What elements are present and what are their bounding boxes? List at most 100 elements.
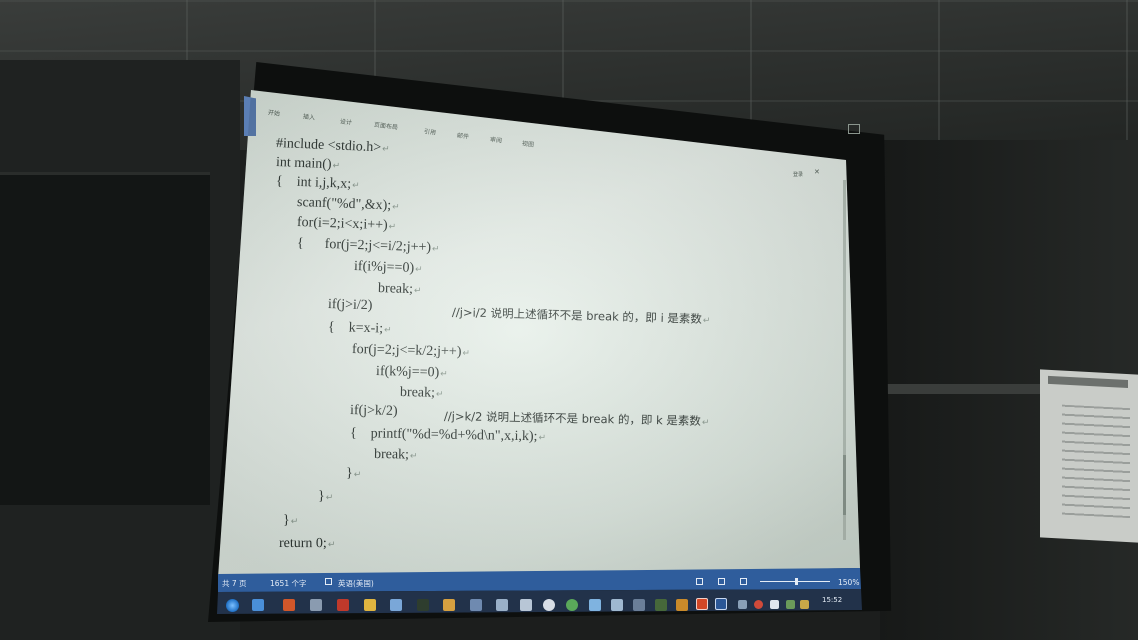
ribbon-collapse-icon[interactable] (848, 124, 860, 134)
paragraph-mark: ↵ (462, 347, 471, 358)
app-icon[interactable] (520, 599, 532, 611)
code-line: if(j>i/2) (328, 297, 373, 314)
code-text: } (345, 466, 353, 482)
app-icon[interactable] (676, 599, 688, 611)
code-text: break; (373, 447, 410, 463)
code-text: for(i=2;i<x;i++) (296, 215, 388, 234)
app-icon[interactable] (470, 599, 482, 611)
web-layout-icon[interactable] (740, 578, 747, 585)
paragraph-mark: ↵ (538, 432, 547, 443)
tray-icon[interactable] (738, 600, 747, 609)
paragraph-mark: ↵ (414, 263, 423, 275)
paragraph-mark: ↵ (388, 221, 397, 232)
paragraph-mark: ↵ (325, 492, 334, 503)
app-icon[interactable] (589, 599, 601, 611)
paragraph-mark: ↵ (383, 324, 392, 335)
tab-home[interactable]: 开始 (267, 107, 280, 117)
app-icon[interactable] (390, 599, 402, 611)
code-text: } (282, 513, 290, 529)
app-icon[interactable] (633, 599, 645, 611)
tray-icon[interactable] (800, 600, 809, 609)
word-count[interactable]: 1651 个字 (270, 578, 306, 589)
paragraph-mark: ↵ (381, 143, 390, 154)
paragraph-mark: ↵ (702, 316, 711, 327)
paragraph-mark: ↵ (413, 285, 422, 296)
code-text: { for(j=2;j<=i/2;j++) (296, 236, 432, 256)
code-line: if(j>k/2) (350, 403, 398, 420)
blackboard (0, 172, 210, 505)
code-line: return 0;↵ (279, 536, 335, 552)
code-text: break; (377, 281, 414, 298)
terminal-icon[interactable] (417, 599, 429, 611)
zoom-slider-thumb[interactable] (795, 578, 798, 585)
paragraph-mark: ↵ (431, 243, 440, 254)
code-line: }↵ (283, 513, 298, 529)
page-count[interactable]: 共 7 页 (222, 578, 247, 589)
tab-mailings[interactable]: 邮件 (456, 130, 469, 140)
code-line: break;↵ (378, 281, 422, 298)
code-line: if(i%j==0)↵ (354, 259, 423, 277)
taskbar-clock[interactable]: 15:52 (822, 596, 842, 604)
ribbon-file-tab[interactable] (244, 96, 256, 136)
filezilla-icon[interactable] (283, 599, 295, 611)
read-mode-icon[interactable] (696, 578, 703, 585)
zoom-level[interactable]: 150% (838, 578, 859, 587)
code-text: { printf("%d=%d+%d\n",x,i,k); (349, 426, 538, 445)
print-layout-icon[interactable] (718, 578, 725, 585)
app-icon[interactable] (543, 599, 555, 611)
code-text: break; (399, 385, 436, 401)
code-text: } (317, 489, 325, 505)
code-text: { k=x-i; (327, 320, 384, 337)
code-text: if(j>i/2) (327, 297, 373, 314)
proofing-icon[interactable] (325, 578, 332, 585)
word-icon[interactable] (715, 598, 727, 610)
tray-icon[interactable] (754, 600, 763, 609)
language-indicator[interactable]: 英语(美国) (338, 578, 374, 589)
poster-text-lines (1062, 404, 1130, 519)
code-text: scanf("%d",&x); (296, 195, 392, 214)
code-text: { int i,j,k,x; (275, 174, 352, 192)
wall-poster (1040, 369, 1138, 543)
paragraph-mark: ↵ (435, 388, 444, 399)
app-icon[interactable] (655, 599, 667, 611)
code-text: return 0; (278, 536, 327, 552)
paragraph-mark: ↵ (440, 368, 448, 379)
code-text: for(j=2;j<=k/2;j++) (351, 342, 462, 360)
app-icon[interactable] (310, 599, 322, 611)
tray-icon[interactable] (770, 600, 779, 609)
code-line: break;↵ (400, 385, 444, 402)
close-icon[interactable]: ✕ (814, 168, 820, 176)
tab-design[interactable]: 设计 (339, 116, 352, 126)
tab-review[interactable]: 审阅 (489, 134, 502, 144)
python-icon[interactable] (364, 599, 376, 611)
tray-icon[interactable] (786, 600, 795, 609)
powerpoint-icon[interactable] (696, 598, 708, 610)
ie-icon[interactable] (252, 599, 264, 611)
code-text: if(i%j==0) (353, 259, 415, 276)
app-icon[interactable] (496, 599, 508, 611)
app-icon[interactable] (337, 599, 349, 611)
tab-view[interactable]: 视图 (521, 138, 534, 148)
tab-insert[interactable]: 插入 (302, 111, 315, 121)
paragraph-mark: ↵ (701, 417, 710, 429)
code-line: if(k%j==0)↵ (376, 364, 448, 382)
tab-references[interactable]: 引用 (423, 126, 436, 136)
app-icon[interactable] (443, 599, 455, 611)
paragraph-mark: ↵ (290, 516, 299, 527)
code-line: { k=x-i;↵ (328, 320, 392, 338)
app-icon[interactable] (611, 599, 623, 611)
paragraph-mark: ↵ (353, 469, 362, 480)
paragraph-mark: ↵ (391, 201, 400, 212)
code-text: if(j>k/2) (349, 403, 398, 419)
start-button-icon[interactable] (226, 599, 239, 612)
app-icon[interactable] (566, 599, 578, 611)
code-line: }↵ (318, 489, 333, 505)
code-text: #include <stdio.h> (275, 136, 382, 156)
code-text: int main() (275, 155, 332, 173)
scrollbar-thumb[interactable] (843, 455, 846, 515)
code-line: break;↵ (374, 447, 418, 464)
login-link[interactable]: 登录 (793, 171, 803, 178)
paragraph-mark: ↵ (409, 450, 418, 461)
code-text: if(k%j==0) (375, 364, 440, 381)
paragraph-mark: ↵ (351, 179, 360, 191)
